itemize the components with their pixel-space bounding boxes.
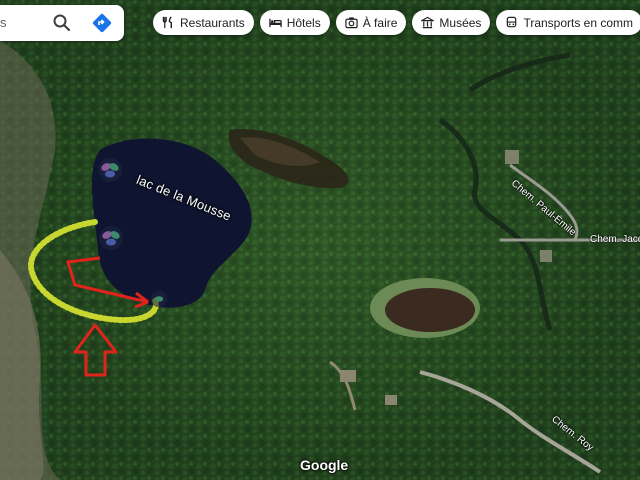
fork-knife-icon bbox=[162, 16, 172, 29]
search-query[interactable]: s bbox=[0, 15, 7, 30]
chip-label: Musées bbox=[439, 15, 482, 30]
satellite-map[interactable] bbox=[0, 0, 640, 480]
poi-marker-icon[interactable] bbox=[150, 290, 168, 308]
museum-icon bbox=[421, 16, 435, 29]
road-label-jaco: Chem. Jaco bbox=[590, 234, 640, 245]
chip-restaurants[interactable]: Restaurants bbox=[153, 10, 254, 35]
chip-transit[interactable]: Transports en comm bbox=[496, 10, 640, 35]
chip-label: Transports en comm bbox=[523, 15, 634, 30]
chip-label: Hôtels bbox=[286, 15, 321, 30]
google-logo: Google bbox=[300, 457, 349, 473]
category-chip-bar: Restaurants Hôtels À faire Musées Transp… bbox=[153, 10, 640, 35]
search-icon[interactable] bbox=[52, 13, 72, 33]
chip-things-to-do[interactable]: À faire bbox=[335, 10, 407, 35]
poi-marker-icon[interactable] bbox=[97, 157, 123, 183]
chip-label: À faire bbox=[362, 15, 398, 30]
chip-label: Restaurants bbox=[180, 15, 245, 30]
chip-hotels[interactable]: Hôtels bbox=[259, 10, 330, 35]
search-box[interactable]: s bbox=[0, 5, 124, 41]
directions-icon[interactable] bbox=[92, 13, 112, 33]
bed-icon bbox=[268, 18, 282, 28]
bus-icon bbox=[507, 16, 517, 28]
poi-marker-icon[interactable] bbox=[98, 225, 124, 251]
chip-museums[interactable]: Musées bbox=[412, 10, 491, 35]
camera-icon bbox=[345, 17, 358, 29]
